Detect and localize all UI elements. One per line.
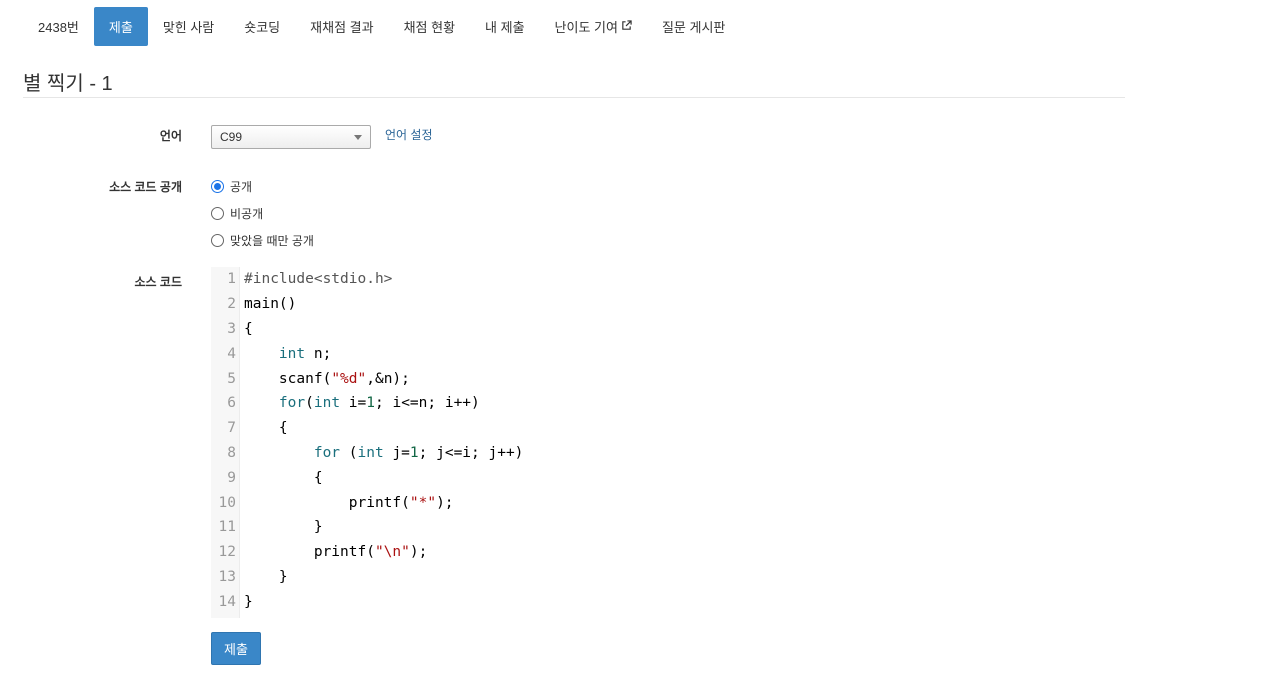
code-text: } (244, 593, 253, 610)
tab-rejudge-results[interactable]: 재채점 결과 (295, 7, 388, 46)
line-number: 10 (218, 494, 236, 511)
code-text: main() (244, 296, 297, 313)
code-text: { (244, 420, 288, 437)
visibility-label: 소스 코드 공개 (109, 180, 182, 194)
submit-button[interactable]: 제출 (211, 632, 261, 665)
code-text: { (244, 321, 253, 337)
tab-solvers[interactable]: 맞힌 사람 (148, 7, 229, 46)
source-code-label: 소스 코드 (134, 275, 183, 289)
line-number: 3 (227, 321, 236, 337)
language-settings-link[interactable]: 언어 설정 (385, 126, 433, 143)
problem-tabs: 2438번 제출 맞힌 사람 숏코딩 재채점 결과 채점 현황 내 제출 난이도… (23, 7, 740, 46)
code-text: } (244, 569, 288, 585)
tab-question-board[interactable]: 질문 게시판 (647, 7, 740, 46)
code-text: for(int i=1; i<=n; i++) (278, 395, 480, 412)
line-number: 6 (227, 395, 236, 412)
line-number: 7 (227, 420, 236, 437)
code-text: { (244, 469, 323, 486)
visibility-option-label: 맞았을 때만 공개 (230, 234, 314, 248)
radio-button-public[interactable] (211, 180, 224, 193)
code-text: int n; (278, 345, 332, 362)
line-number: 12 (218, 544, 236, 561)
visibility-option-public[interactable]: 공개 (211, 178, 252, 195)
tab-my-submissions[interactable]: 내 제출 (470, 7, 540, 46)
external-link-icon (621, 19, 632, 34)
tab-difficulty-label: 난이도 기여 (554, 20, 618, 35)
code-text: printf("*"); (244, 494, 454, 511)
radio-button-private[interactable] (211, 207, 224, 220)
language-label: 언어 (159, 129, 182, 143)
line-number: 4 (227, 345, 236, 362)
line-number: 13 (218, 569, 236, 585)
tab-short-coding[interactable]: 숏코딩 (229, 7, 295, 46)
line-number: 5 (227, 370, 236, 387)
tab-problem[interactable]: 2438번 (23, 7, 94, 46)
code-text: for (int j=1; j<=i; j++) (313, 445, 524, 461)
page-title: 별 찍기 - 1 (23, 73, 113, 95)
line-number: 8 (227, 445, 236, 461)
code-text: } (244, 519, 323, 536)
line-number: 11 (218, 519, 236, 536)
line-number: 2 (227, 296, 236, 313)
title-divider (23, 97, 1125, 98)
line-number: 1 (227, 271, 236, 288)
chevron-down-icon (354, 135, 362, 140)
code-editor[interactable]: 1 #include<stdio.h> 2 main() 3 {4 int n; 5 sca… (211, 267, 811, 618)
radio-button-accepted-only[interactable] (211, 234, 224, 247)
language-select-value: C99 (220, 130, 243, 144)
language-select[interactable]: C99 (211, 125, 371, 149)
tab-judge-status[interactable]: 채점 현황 (389, 7, 470, 46)
tab-submit[interactable]: 제출 (93, 7, 148, 46)
visibility-option-label: 비공개 (230, 207, 264, 221)
line-number: 9 (227, 469, 236, 486)
visibility-option-label: 공개 (230, 180, 253, 194)
visibility-option-accepted-only[interactable]: 맞았을 때만 공개 (211, 232, 314, 249)
code-text: scanf("%d",&n); (244, 370, 410, 387)
tab-difficulty-contribution[interactable]: 난이도 기여 (540, 7, 647, 46)
line-number: 14 (218, 593, 236, 610)
code-text: #include<stdio.h> (244, 271, 393, 288)
code-text: printf("\n"); (244, 544, 428, 561)
visibility-option-private[interactable]: 비공개 (211, 205, 263, 222)
